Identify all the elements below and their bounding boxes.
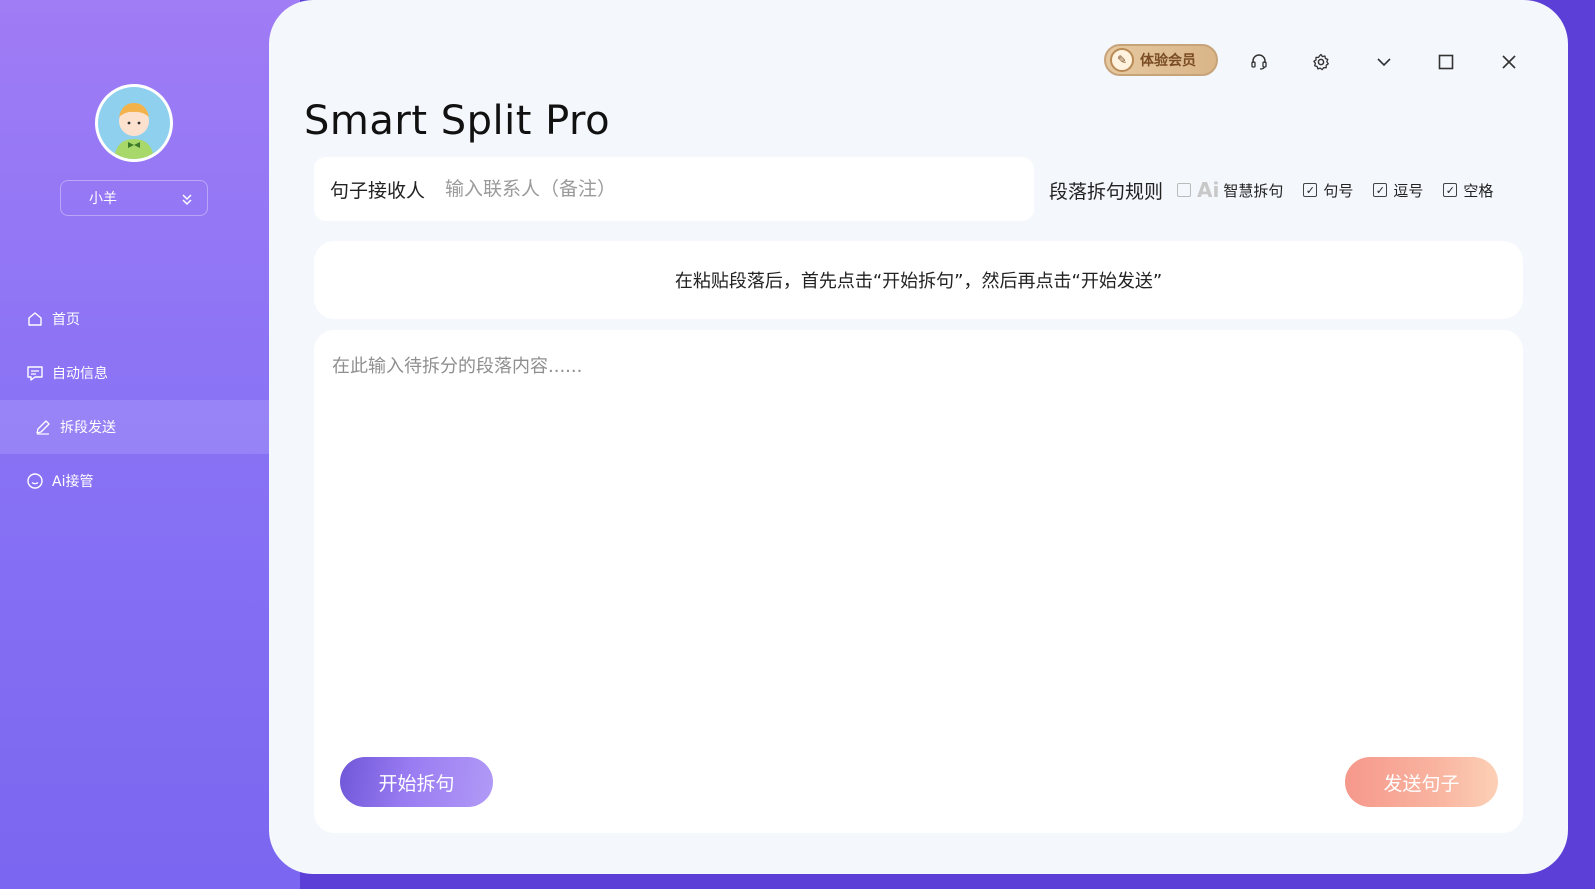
- rule-option-comma[interactable]: ✓ 逗号: [1373, 180, 1423, 201]
- home-icon: [28, 312, 42, 326]
- sidebar-item-ai-takeover[interactable]: Ai接管: [0, 454, 269, 508]
- paragraph-editor: 开始拆句 发送句子: [314, 330, 1523, 833]
- split-rules-title: 段落拆句规则: [1049, 180, 1164, 203]
- recipient-label: 句子接收人: [330, 179, 426, 202]
- recipient-input[interactable]: [443, 177, 968, 201]
- paragraph-input[interactable]: [330, 350, 1504, 744]
- settings-icon: [1313, 53, 1329, 71]
- main-panel: ✎ 体验会员 Smart Split Pro 句子接收人 段落拆句规则 Ai 智…: [269, 0, 1568, 874]
- edit-icon: [36, 420, 50, 435]
- vip-label: 体验会员: [1140, 53, 1196, 69]
- settings-button[interactable]: [1307, 48, 1335, 76]
- sidebar-item-label: Ai接管: [52, 474, 94, 490]
- support-button[interactable]: [1245, 48, 1273, 76]
- close-button[interactable]: [1495, 48, 1523, 76]
- vip-badge[interactable]: ✎ 体验会员: [1104, 44, 1218, 76]
- send-sentences-button[interactable]: 发送句子: [1345, 757, 1498, 807]
- maximize-button[interactable]: [1432, 48, 1460, 76]
- headset-icon: [1251, 54, 1267, 70]
- double-chevron-down-icon: [181, 181, 193, 217]
- rule-option-period[interactable]: ✓ 句号: [1303, 180, 1353, 201]
- sidebar-item-label: 首页: [52, 312, 80, 328]
- rule-option-space[interactable]: ✓ 空格: [1443, 180, 1493, 201]
- user-selector[interactable]: 小羊: [60, 180, 208, 216]
- sidebar-item-label: 拆段发送: [60, 420, 116, 436]
- checkbox-period[interactable]: ✓: [1303, 183, 1318, 197]
- avatar-illustration: [114, 103, 154, 159]
- app-title: Smart Split Pro: [304, 98, 611, 144]
- ai-logo: Ai: [1197, 178, 1220, 202]
- medal-icon: ✎: [1110, 48, 1134, 72]
- rule-option-label: 逗号: [1393, 181, 1424, 200]
- rule-option-smart-split[interactable]: Ai 智慧拆句: [1177, 178, 1283, 202]
- avatar-image: [98, 87, 170, 159]
- smile-icon: [27, 473, 43, 489]
- recipient-field: 句子接收人: [314, 157, 1034, 221]
- sidebar-nav: 首页 自动信息 拆段发送 Ai接管: [0, 292, 269, 508]
- sidebar-item-home[interactable]: 首页: [0, 292, 269, 346]
- sidebar: 小羊 首页 自动信息 拆段发送 Ai接管: [0, 0, 300, 889]
- checkbox-smart-split[interactable]: [1177, 183, 1192, 197]
- minimize-icon: [1377, 58, 1391, 67]
- user-name: 小羊: [89, 191, 117, 207]
- sidebar-item-auto-message[interactable]: 自动信息: [0, 346, 269, 400]
- close-icon: [1502, 55, 1516, 69]
- split-rules: 段落拆句规则 Ai 智慧拆句 ✓ 句号 ✓ 逗号 ✓ 空格: [1049, 176, 1493, 204]
- instruction-hint: 在粘贴段落后，首先点击“开始拆句”，然后再点击“开始发送”: [314, 241, 1523, 319]
- avatar[interactable]: [95, 84, 173, 162]
- rule-option-label: 智慧拆句: [1223, 181, 1284, 200]
- rule-option-label: 句号: [1323, 181, 1354, 200]
- minimize-button[interactable]: [1370, 48, 1398, 76]
- maximize-icon: [1438, 54, 1454, 70]
- checkbox-space[interactable]: ✓: [1443, 183, 1458, 197]
- sidebar-item-split-send[interactable]: 拆段发送: [0, 400, 269, 454]
- rule-option-label: 空格: [1463, 181, 1494, 200]
- start-split-button[interactable]: 开始拆句: [340, 757, 493, 807]
- sidebar-item-label: 自动信息: [52, 366, 108, 382]
- checkbox-comma[interactable]: ✓: [1373, 183, 1388, 197]
- message-icon: [27, 366, 43, 381]
